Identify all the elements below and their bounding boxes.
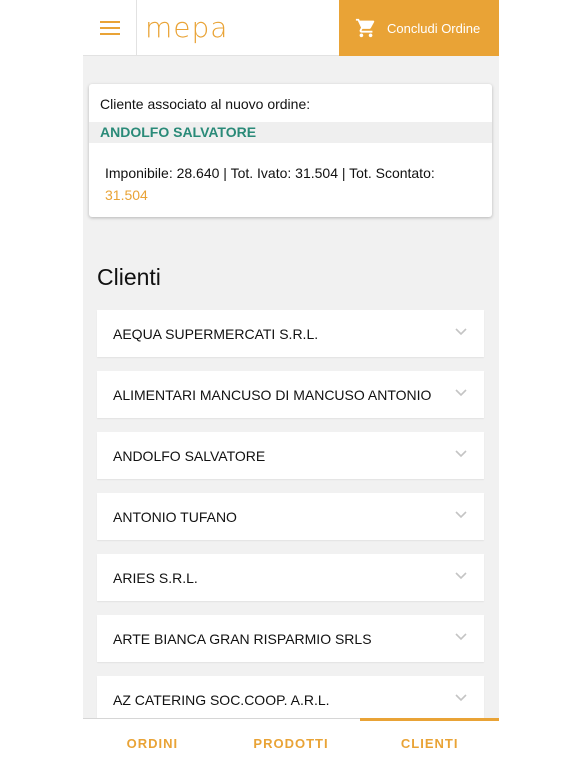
client-name: ARIES S.R.L. bbox=[113, 570, 198, 586]
tab-prodotti[interactable]: PRODOTTI bbox=[222, 719, 361, 768]
chevron-down-icon bbox=[455, 450, 467, 458]
chevron-down-icon bbox=[455, 511, 467, 519]
client-list-item[interactable]: AZ CATERING SOC.COOP. A.R.L. bbox=[97, 676, 484, 723]
client-name: ARTE BIANCA GRAN RISPARMIO SRLS bbox=[113, 631, 372, 647]
clients-section-title: Clienti bbox=[97, 264, 161, 290]
app-screen: mepa Concludi Ordine Cliente associato a… bbox=[83, 0, 499, 768]
conclude-order-label: Concludi Ordine bbox=[387, 20, 481, 36]
clients-list: AEQUA SUPERMERCATI S.R.L. ALIMENTARI MAN… bbox=[97, 310, 484, 737]
order-totals: Imponibile: 28.640 | Tot. Ivato: 31.504 … bbox=[105, 162, 475, 206]
client-name: ALIMENTARI MANCUSO DI MANCUSO ANTONIO bbox=[113, 387, 432, 403]
client-name: AZ CATERING SOC.COOP. A.R.L. bbox=[113, 692, 330, 708]
associated-client-name: ANDOLFO SALVATORE bbox=[89, 122, 492, 143]
client-list-item[interactable]: ANDOLFO SALVATORE bbox=[97, 432, 484, 479]
chevron-down-icon bbox=[455, 694, 467, 702]
chevron-down-icon bbox=[455, 328, 467, 336]
chevron-down-icon bbox=[455, 572, 467, 580]
app-logo: mepa bbox=[145, 11, 229, 44]
order-totals-text: Imponibile: 28.640 | Tot. Ivato: 31.504 … bbox=[105, 165, 435, 181]
client-list-item[interactable]: ARTE BIANCA GRAN RISPARMIO SRLS bbox=[97, 615, 484, 662]
chevron-down-icon bbox=[455, 389, 467, 397]
menu-button[interactable] bbox=[83, 0, 137, 56]
client-name: AEQUA SUPERMERCATI S.R.L. bbox=[113, 326, 319, 342]
discounted-total-value: 31.504 bbox=[105, 187, 148, 203]
client-list-item[interactable]: ALIMENTARI MANCUSO DI MANCUSO ANTONIO bbox=[97, 371, 484, 418]
tab-ordini[interactable]: ORDINI bbox=[83, 719, 222, 768]
client-name: ANDOLFO SALVATORE bbox=[113, 448, 266, 464]
client-name: ANTONIO TUFANO bbox=[113, 509, 237, 525]
order-summary-card: Cliente associato al nuovo ordine: ANDOL… bbox=[89, 84, 492, 217]
client-list-item[interactable]: AEQUA SUPERMERCATI S.R.L. bbox=[97, 310, 484, 357]
associated-client-label: Cliente associato al nuovo ordine: bbox=[100, 96, 311, 112]
bottom-tab-bar: ORDINI PRODOTTI CLIENTI bbox=[83, 718, 499, 768]
top-bar: mepa Concludi Ordine bbox=[83, 0, 499, 56]
client-list-item[interactable]: ANTONIO TUFANO bbox=[97, 493, 484, 540]
chevron-down-icon bbox=[455, 633, 467, 641]
client-list-item[interactable]: ARIES S.R.L. bbox=[97, 554, 484, 601]
tab-clienti[interactable]: CLIENTI bbox=[360, 718, 499, 768]
hamburger-menu-icon bbox=[99, 21, 120, 35]
conclude-order-button[interactable]: Concludi Ordine bbox=[339, 0, 499, 56]
shopping-cart-icon bbox=[355, 18, 375, 38]
